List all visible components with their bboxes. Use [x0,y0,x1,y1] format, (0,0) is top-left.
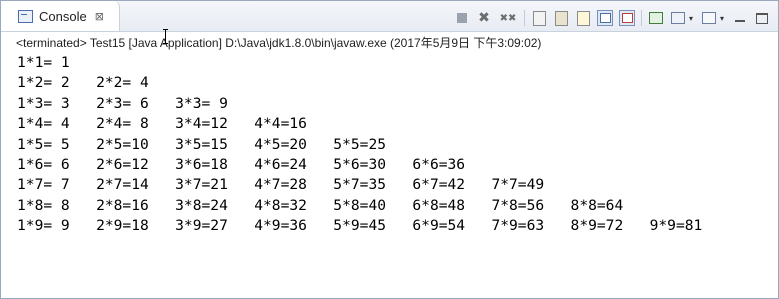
minimize-icon[interactable] [732,10,748,26]
view-tab-bar: Console ⊠ ✖ ✖✖ ▾ ▾ [1,1,778,32]
console-toolbar: ✖ ✖✖ ▾ ▾ [454,8,770,28]
output-line: 1*3= 3 2*3= 6 3*3= 9 [17,94,228,112]
process-status-label: <terminated> Test15 [Java Application] D… [16,36,542,50]
toolbar-separator [641,10,642,26]
output-line: 1*7= 7 2*7=14 3*7=21 4*7=28 5*7=35 6*7=4… [17,176,545,194]
show-console-on-output-icon[interactable] [619,10,635,26]
remove-all-terminated-icon[interactable]: ✖✖ [498,10,518,26]
clear-console-icon[interactable] [531,10,547,26]
remove-launch-icon[interactable]: ✖ [476,10,492,26]
tab-console[interactable]: Console ⊠ [1,1,120,31]
dropdown-caret-icon[interactable]: ▾ [718,10,726,26]
terminate-icon[interactable] [454,10,470,26]
output-line: 1*6= 6 2*6=12 3*6=18 4*6=24 5*6=30 6*6=3… [17,156,466,174]
output-line: 1*1= 1 [17,54,70,71]
console-output[interactable]: 1*1= 1 1*2= 2 2*2= 4 1*3= 3 2*3= 6 3*3= … [17,53,758,292]
output-line: 1*9= 9 2*9=18 3*9=27 4*9=36 5*9=45 6*9=5… [17,217,703,235]
close-icon[interactable]: ⊠ [95,11,104,22]
display-selected-console-icon[interactable] [670,10,686,26]
dropdown-caret-icon[interactable]: ▾ [687,10,695,26]
new-console-icon[interactable] [701,10,717,26]
text-cursor-icon [163,29,168,44]
open-console-icon[interactable] [648,10,664,26]
maximize-icon[interactable] [754,10,770,26]
output-line: 1*4= 4 2*4= 8 3*4=12 4*4=16 [17,115,307,133]
toolbar-separator [524,10,525,26]
scroll-lock-icon[interactable] [553,10,569,26]
output-line: 1*5= 5 2*5=10 3*5=15 4*5=20 5*5=25 [17,135,387,153]
console-icon [18,9,33,23]
pin-console-icon[interactable] [597,10,613,26]
output-line: 1*8= 8 2*8=16 3*8=24 4*8=32 5*8=40 6*8=4… [17,196,624,214]
console-view: Console ⊠ ✖ ✖✖ ▾ ▾ <terminated> Test15 [… [0,0,779,299]
word-wrap-icon[interactable] [575,10,591,26]
tab-title: Console [39,8,87,24]
output-line: 1*2= 2 2*2= 4 [17,74,149,92]
